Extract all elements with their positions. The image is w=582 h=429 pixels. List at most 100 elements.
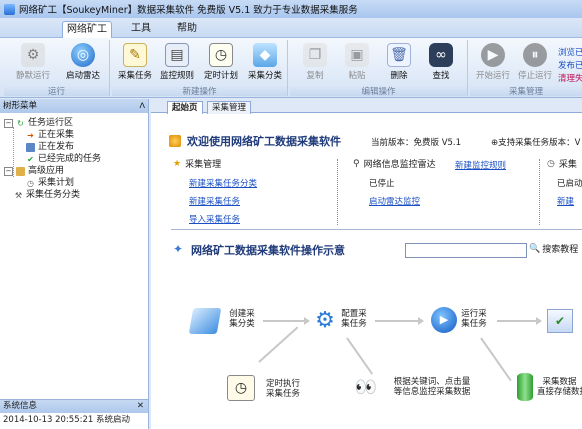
sidebar-header: 树形菜单 ᐱ (0, 99, 148, 113)
search-tutorial-button[interactable]: 🔍 搜索教程 (529, 242, 579, 256)
silent-run-button[interactable]: ⚙ 静默运行 (10, 43, 56, 83)
flow-arrow (375, 320, 419, 322)
search-tutorial-label: 搜索教程 (542, 245, 579, 255)
play-icon: ▶ (481, 43, 505, 67)
new-task-category-link[interactable]: 新建采集任务分类 (189, 177, 257, 189)
welcome-heading: 欢迎使用网络矿工数据采集软件 (187, 135, 341, 148)
stop-run-button[interactable]: ⏸ 停止运行 (512, 43, 558, 83)
tree-item-label: 高级应用 (28, 166, 65, 176)
publish-link[interactable]: 发布已 (558, 59, 582, 71)
menu-soukeyminer[interactable]: 网络矿工 (62, 21, 112, 38)
ribbon-group-new-label: 新建操作 (112, 85, 287, 97)
find-button[interactable]: ∞ 查找 (418, 43, 464, 83)
folder-category-icon (188, 308, 222, 334)
collect-service-link[interactable]: 新建 (557, 195, 574, 207)
eyes-icon: 👀 (354, 377, 378, 398)
import-task-link[interactable]: 导入采集任务 (189, 213, 240, 225)
publishing-icon (26, 142, 35, 152)
schedule-plan-label: 定时计划 (203, 71, 238, 81)
current-version: 当前版本：免费版 V5.1 (371, 138, 462, 148)
monitor-rule-button[interactable]: ▤ 监控规则 (154, 43, 200, 83)
collapse-icon[interactable]: − (4, 118, 13, 128)
step-run-task: 运行采 集任务 (461, 309, 487, 329)
ribbon-group-new: ✎ 采集任务 ▤ 监控规则 ◷ 定时计划 ◆ 采集分类 新建操作 (112, 40, 288, 97)
paste-icon: ▣ (345, 43, 369, 67)
demo-icon: ✦ (173, 242, 184, 256)
flow-arrow (263, 320, 305, 322)
browse-link[interactable]: 浏览已 (558, 46, 582, 58)
ribbon-group-collect-manage: ▶ 开始运行 ⏸ 停止运行 浏览已 发布已 清理失 采集管理 (470, 40, 582, 97)
tree-item-plan[interactable]: ◷ 采集计划 (26, 177, 74, 189)
start-run-label: 开始运行 (475, 71, 510, 81)
copy-button[interactable]: ❐ 复制 (292, 43, 338, 83)
search-input[interactable] (405, 243, 527, 258)
close-icon[interactable]: ✕ (137, 400, 144, 413)
main-content: 起始页 采集管理 欢迎使用网络矿工数据采集软件 当前版本：免费版 V5.1 ⊕支… (151, 99, 582, 429)
binoculars-icon: ∞ (429, 43, 453, 67)
clock-icon: ◷ (547, 158, 555, 169)
new-category-button[interactable]: ◆ 采集分类 (242, 43, 288, 83)
supported-version: ⊕支持采集任务版本：V 5 (491, 138, 582, 148)
tree-item-task-category[interactable]: ⚒ 采集任务分类 (14, 189, 80, 201)
ribbon-group-edit-label: 编辑操作 (290, 85, 467, 97)
menu-help[interactable]: 帮助 (170, 21, 204, 38)
new-collect-task-link[interactable]: 新建采集任务 (189, 195, 240, 207)
collect-manage-title: ★ 采集管理 (173, 157, 222, 171)
paste-button[interactable]: ▣ 粘贴 (334, 43, 380, 83)
star-icon: ★ (173, 158, 182, 169)
clock-plan-icon: ◷ (209, 43, 233, 67)
tree-item-completed[interactable]: ✔ 已经完成的任务 (26, 153, 101, 165)
flow-arrow (258, 326, 299, 363)
radar-status: 已停止 (369, 179, 395, 189)
play-icon: ▶ (431, 307, 457, 333)
radar-globe-icon: ◎ (71, 43, 95, 67)
delete-icon: 🗑 (387, 43, 411, 67)
new-monitor-rule-link[interactable]: 新建监控规则 (455, 159, 506, 171)
system-info-header: 系统信息 ✕ (0, 400, 148, 413)
tree-item-advanced[interactable]: − 高级应用 (4, 165, 64, 177)
ribbon-group-run: ⚙ 静默运行 ◎ 启动雷达 运行 (4, 40, 110, 97)
delete-label: 删除 (390, 71, 408, 81)
app-icon (4, 3, 15, 15)
find-label: 查找 (432, 71, 450, 81)
start-radar-link[interactable]: 启动雷达监控 (369, 195, 420, 207)
step-monitor-data: 根据关键词、点击量 等信息监控采集数据 (393, 377, 471, 397)
collect-manage-section: ★ 采集管理 (173, 157, 222, 171)
collapse-icon[interactable]: − (4, 166, 13, 176)
new-task-button[interactable]: ✎ 采集任务 (112, 43, 158, 83)
tree-item-label: 正在发布 (38, 142, 75, 152)
tree-item-label: 已经完成的任务 (38, 154, 102, 164)
silent-run-icon: ⚙ (21, 43, 45, 67)
tab-start-page[interactable]: 起始页 (167, 101, 203, 114)
collect-manage-label: 采集管理 (185, 160, 222, 170)
collect-service-status: 已启动 (557, 179, 582, 189)
publish-check-icon: ✔ (547, 309, 573, 333)
tree-item-run-area[interactable]: − ↻ 任务运行区 (4, 117, 73, 129)
run-area-icon: ↻ (17, 118, 24, 128)
pin-icon[interactable]: ᐱ (140, 99, 145, 113)
start-run-button[interactable]: ▶ 开始运行 (470, 43, 516, 83)
column-divider (539, 159, 540, 225)
menu-bar: 网络矿工 工具 帮助 (0, 18, 582, 38)
schedule-plan-button[interactable]: ◷ 定时计划 (198, 43, 244, 83)
title-bar: 网络矿工【SoukeyMiner】数据采集软件 免费版 V5.1 致力于专业数据… (0, 0, 582, 18)
tab-collect-manage[interactable]: 采集管理 (207, 101, 252, 114)
flow-arrow (480, 337, 512, 382)
system-info-title: 系统信息 (3, 401, 38, 411)
tree-item-collecting[interactable]: ➔ 正在采集 (26, 129, 74, 141)
ribbon-group-run-label: 运行 (4, 85, 109, 97)
sidebar-title: 树形菜单 (3, 101, 38, 111)
delete-button[interactable]: 🗑 删除 (376, 43, 422, 83)
menu-tools[interactable]: 工具 (124, 21, 158, 38)
tree-item-publishing[interactable]: 正在发布 (26, 141, 74, 153)
magnifier-icon: 🔍 (529, 243, 541, 254)
flow-arrow (346, 337, 374, 375)
start-radar-button[interactable]: ◎ 启动雷达 (60, 43, 106, 83)
step-store-database: 采集数据直接存储数据库 (537, 377, 582, 397)
check-icon: ✔ (27, 154, 34, 164)
tree-item-label: 任务运行区 (28, 118, 74, 128)
start-radar-label: 启动雷达 (65, 71, 100, 81)
clear-link[interactable]: 清理失 (558, 72, 582, 84)
section-divider (171, 229, 582, 230)
demo-heading: 网络矿工数据采集软件操作示意 (191, 244, 345, 257)
